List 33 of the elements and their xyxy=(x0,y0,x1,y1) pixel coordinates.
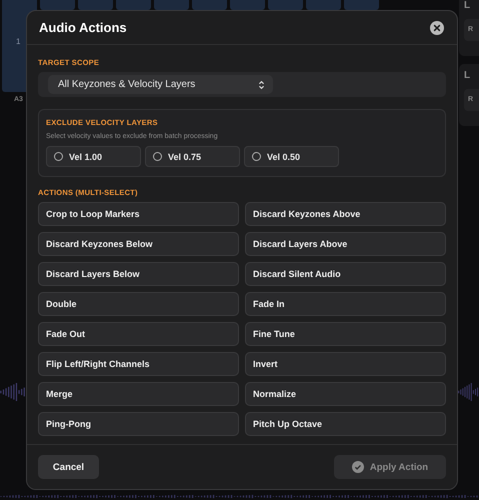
action-option[interactable]: Fade Out xyxy=(38,322,239,346)
action-option[interactable]: Discard Silent Audio xyxy=(245,262,446,286)
action-option[interactable]: Discard Keyzones Above xyxy=(245,202,446,226)
action-option[interactable]: Ping-Pong xyxy=(38,412,239,436)
key-number: 1 xyxy=(16,36,20,46)
action-option[interactable]: Crop to Loop Markers xyxy=(38,202,239,226)
action-option[interactable]: Double xyxy=(38,292,239,316)
action-option[interactable]: Discard Layers Above xyxy=(245,232,446,256)
action-option[interactable]: Fade In xyxy=(245,292,446,316)
scope-dropdown[interactable]: All Keyzones & Velocity Layers xyxy=(48,75,273,94)
velocity-option[interactable]: Vel 0.50 xyxy=(244,146,339,167)
panel-title: L xyxy=(464,0,472,11)
velocity-option[interactable]: Vel 0.75 xyxy=(145,146,240,167)
waveform-drawing xyxy=(0,380,26,404)
waveform-drawing xyxy=(458,380,479,404)
check-circle-icon xyxy=(352,461,364,473)
cancel-button[interactable]: Cancel xyxy=(38,455,99,479)
action-option[interactable]: Discard Keyzones Below xyxy=(38,232,239,256)
close-button[interactable] xyxy=(430,20,444,34)
radio-circle[interactable] xyxy=(153,152,162,161)
action-option[interactable]: Pitch Up Octave xyxy=(245,412,446,436)
action-option[interactable]: Merge xyxy=(38,382,239,406)
action-option[interactable]: Flip Left/Right Channels xyxy=(38,352,239,376)
action-option[interactable]: Fine Tune xyxy=(245,322,446,346)
chevron-updown-icon xyxy=(258,80,265,90)
velocity-option[interactable]: Vel 1.00 xyxy=(46,146,141,167)
action-option[interactable]: Discard Layers Below xyxy=(38,262,239,286)
action-option[interactable]: Normalize xyxy=(245,382,446,406)
panel-title: L xyxy=(464,70,472,81)
action-option[interactable]: Invert xyxy=(245,352,446,376)
dialog-title: Audio Actions xyxy=(39,20,127,35)
radio-circle[interactable] xyxy=(252,152,261,161)
radio-circle[interactable] xyxy=(54,152,63,161)
